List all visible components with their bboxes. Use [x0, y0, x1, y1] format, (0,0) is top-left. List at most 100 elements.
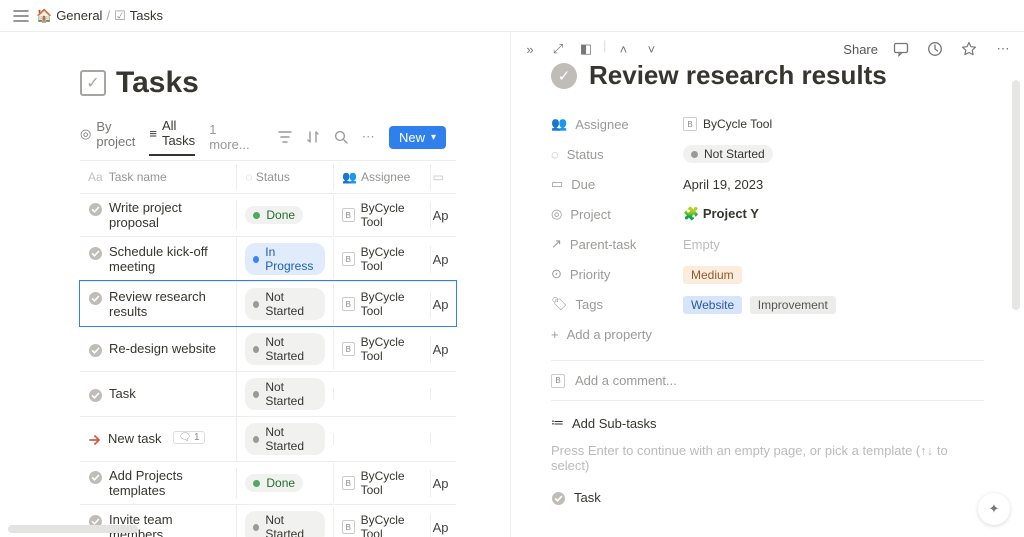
peek-mode-icon[interactable]: ◧	[575, 38, 597, 60]
due-cell[interactable]: Ap	[430, 246, 456, 273]
check-circle-icon	[88, 470, 103, 485]
comments-icon[interactable]	[890, 38, 912, 60]
status-type-icon: ◌	[245, 170, 252, 184]
add-property[interactable]: + Add a property	[551, 327, 984, 342]
table-row[interactable]: Review research results Not Started BByCyc…	[80, 281, 456, 326]
page-title[interactable]: Tasks	[116, 66, 199, 100]
updates-icon[interactable]	[924, 38, 946, 60]
task-name-text[interactable]: Task	[109, 386, 136, 401]
ai-fab[interactable]: ✦	[978, 493, 1010, 525]
comment-count-badge[interactable]: 🗨 1	[173, 431, 204, 444]
database-pane: ✓ Tasks ◎ By project ≡ All Tasks 1 more.…	[0, 32, 510, 537]
name-type-icon: Aa	[88, 170, 103, 184]
due-cell[interactable]: Ap	[430, 202, 456, 229]
calendar-icon: ▭	[551, 176, 563, 192]
prop-priority[interactable]: ⊙Priority Medium	[551, 259, 984, 289]
tag-improvement[interactable]: Improvement	[750, 296, 836, 314]
due-type-icon: ▭	[433, 170, 444, 184]
status-pill[interactable]: Done	[245, 206, 303, 224]
breadcrumb-general[interactable]: General	[56, 8, 102, 23]
due-cell[interactable]: Ap	[430, 470, 456, 497]
prop-tags[interactable]: 🏷Tags Website Improvement	[551, 289, 984, 319]
search-icon[interactable]	[334, 126, 348, 148]
task-name-text[interactable]: New task	[108, 431, 161, 446]
task-name-text[interactable]: Schedule kick-off meeting	[109, 244, 228, 274]
check-circle-icon	[88, 202, 103, 217]
expand-icon[interactable]: »	[519, 38, 541, 60]
status-pill[interactable]: Not Started	[245, 288, 325, 320]
status-pill[interactable]: In Progress	[245, 243, 325, 275]
task-name-text[interactable]: Review research results	[109, 289, 228, 319]
due-cell[interactable]: Ap	[430, 291, 456, 318]
arrow-right-icon	[88, 433, 102, 447]
assignee-chip[interactable]: BByCycle Tool	[342, 290, 422, 318]
people-icon: 👥	[551, 116, 567, 132]
status-pill[interactable]: Not Started	[245, 333, 325, 365]
open-full-icon[interactable]: ⤢	[547, 38, 569, 60]
prop-due[interactable]: ▭Due April 19, 2023	[551, 169, 984, 199]
favorite-icon[interactable]	[958, 38, 980, 60]
prop-parent[interactable]: ↗Parent-task Empty	[551, 229, 984, 259]
prop-project[interactable]: ◎Project 🧩 Project Y	[551, 199, 984, 229]
project-icon: 🧩	[683, 206, 699, 221]
more-icon[interactable]: ⋯	[362, 126, 375, 148]
prop-status[interactable]: ◌Status Not Started	[551, 139, 984, 169]
sidebar-toggle-icon[interactable]	[10, 5, 32, 27]
detail-title[interactable]: Review research results	[589, 60, 887, 91]
template-hint: Press Enter to continue with an empty pa…	[551, 443, 984, 473]
col-name[interactable]: Task name	[109, 170, 167, 184]
assignee-chip[interactable]: BByCycle Tool	[342, 469, 422, 497]
prev-icon[interactable]: ˄	[612, 38, 634, 60]
check-circle-icon	[88, 388, 103, 403]
check-circle-icon	[88, 343, 103, 358]
view-all-tasks[interactable]: ≡ All Tasks	[149, 118, 195, 156]
sort-icon[interactable]	[306, 126, 320, 148]
tag-website[interactable]: Website	[683, 296, 742, 314]
comment-input[interactable]: B Add a comment...	[551, 360, 984, 401]
page-more-icon[interactable]: ⋯	[992, 38, 1014, 60]
view-by-project[interactable]: ◎ By project	[80, 119, 135, 155]
table-row[interactable]: Write project proposal Done BByCycle Tool A…	[80, 193, 456, 236]
table-row[interactable]: Add Projects templates Done BByCycle Tool A…	[80, 461, 456, 504]
prop-assignee[interactable]: 👥Assignee BByCycle Tool	[551, 109, 984, 139]
check-circle-icon	[551, 491, 566, 506]
status-pill[interactable]: Not Started	[245, 378, 325, 410]
table-row[interactable]: New task 🗨 1 Not Started	[80, 416, 456, 461]
detail-pane: » ⤢ ◧ | ˄ ˅ Share ⋯ ✓ Review research re…	[510, 32, 1024, 537]
new-button[interactable]: New ▾	[389, 126, 446, 149]
task-done-toggle[interactable]: ✓	[551, 63, 577, 89]
vertical-scrollbar[interactable]	[1012, 80, 1020, 310]
col-status[interactable]: Status	[256, 170, 290, 184]
task-name-text[interactable]: Add Projects templates	[109, 468, 228, 498]
status-pill[interactable]: Done	[245, 474, 303, 492]
check-circle-icon	[88, 291, 103, 306]
next-icon[interactable]: ˅	[640, 38, 662, 60]
status-pill[interactable]: Not Started	[245, 423, 325, 455]
table-row[interactable]: Task Not Started	[80, 371, 456, 416]
priority-icon: ⊙	[551, 266, 562, 282]
plus-icon: +	[551, 327, 559, 342]
table-row[interactable]: Re-design website Not Started BByCycle Too…	[80, 326, 456, 371]
view-more[interactable]: 1 more...	[209, 122, 249, 152]
assignee-chip[interactable]: BByCycle Tool	[342, 245, 422, 273]
task-name-text[interactable]: Write project proposal	[109, 200, 228, 230]
status-pill[interactable]: Not Started	[245, 511, 325, 537]
table-row[interactable]: Schedule kick-off meeting In Progress BByC…	[80, 236, 456, 281]
col-assignee[interactable]: Assignee	[361, 170, 410, 184]
share-button[interactable]: Share	[843, 42, 878, 57]
home-icon[interactable]: 🏠	[36, 8, 52, 24]
status-icon: ◌	[551, 147, 559, 162]
assignee-chip[interactable]: BByCycle Tool	[342, 335, 422, 363]
due-cell[interactable]: Ap	[430, 336, 456, 363]
due-cell[interactable]: Ap	[430, 514, 456, 537]
assignee-chip[interactable]: BByCycle Tool	[342, 513, 422, 537]
add-subtasks[interactable]: ≔ Add Sub-tasks	[551, 415, 984, 431]
assignee-chip[interactable]: BByCycle Tool	[342, 201, 422, 229]
filter-icon[interactable]	[278, 126, 292, 148]
horizontal-scrollbar[interactable]	[8, 525, 138, 533]
breadcrumb-tasks[interactable]: Tasks	[130, 8, 163, 23]
page-icon[interactable]: ✓	[80, 70, 106, 96]
task-name-text[interactable]: Re-design website	[109, 341, 216, 356]
template-task[interactable]: Task	[551, 489, 984, 506]
chevron-down-icon[interactable]: ▾	[431, 132, 436, 143]
